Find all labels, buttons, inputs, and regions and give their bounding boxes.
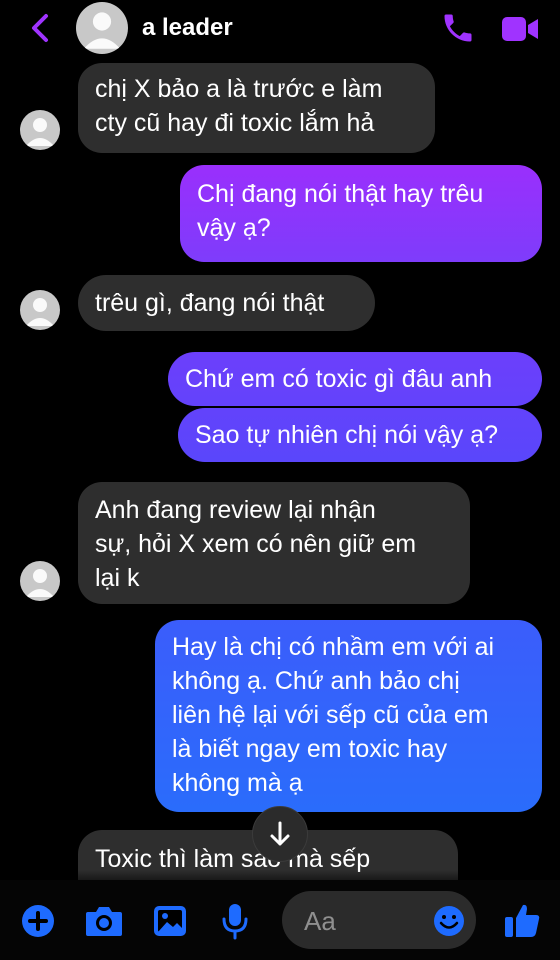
image-icon[interactable]	[151, 903, 189, 939]
avatar[interactable]	[20, 561, 60, 601]
message-incoming[interactable]: chị X bảo a là trước e làm cty cũ hay đi…	[78, 72, 435, 140]
microphone-icon[interactable]	[220, 901, 250, 941]
message-outgoing[interactable]: Hay là chị có nhầm em với ai không ạ. Ch…	[155, 630, 542, 800]
arrow-down-icon	[270, 821, 290, 846]
emoji-icon[interactable]	[432, 904, 466, 938]
avatar[interactable]	[20, 110, 60, 150]
message-text-line: lại k	[95, 564, 140, 592]
message-text-line: không mà ạ	[172, 769, 303, 797]
message-text-line: trêu gì, đang nói thật	[95, 289, 325, 317]
message-text-line: là biết ngay em toxic hay	[172, 735, 448, 763]
message-text-line: liên hệ lại với sếp cũ của em	[172, 701, 489, 729]
message-text-line: Hay là chị có nhầm em với ai	[172, 633, 495, 661]
message-input-placeholder: Aa	[304, 906, 336, 936]
message-text-line: vậy ạ?	[197, 214, 271, 242]
message-text-line: Chứ em có toxic gì đâu anh	[185, 365, 493, 393]
message-text-line: không ạ. Chứ anh bảo chị	[172, 667, 460, 695]
avatar[interactable]	[20, 290, 60, 330]
message-outgoing[interactable]: Sao tự nhiên chị nói vậy ạ?	[178, 418, 542, 452]
message-incoming[interactable]: Anh đang review lại nhận sự, hỏi X xem c…	[78, 493, 470, 595]
camera-icon[interactable]	[84, 903, 124, 939]
plus-icon[interactable]	[20, 903, 56, 939]
message-text-line: Sao tự nhiên chị nói vậy ạ?	[195, 421, 499, 449]
scroll-to-bottom-button[interactable]	[252, 806, 308, 862]
message-text-line: sự, hỏi X xem có nên giữ em	[95, 530, 417, 558]
message-outgoing[interactable]: Chị đang nói thật hay trêu vậy ạ?	[180, 177, 542, 245]
message-text-line: chị X bảo a là trước e làm	[95, 75, 383, 103]
thumbs-up-icon[interactable]	[502, 900, 542, 940]
message-incoming[interactable]: trêu gì, đang nói thật	[78, 286, 375, 320]
message-text-line: cty cũ hay đi toxic lắm hả	[95, 109, 375, 137]
message-text-line: Chị đang nói thật hay trêu	[197, 180, 484, 208]
message-outgoing[interactable]: Chứ em có toxic gì đâu anh	[168, 362, 542, 396]
message-text-line: Anh đang review lại nhận	[95, 496, 376, 524]
